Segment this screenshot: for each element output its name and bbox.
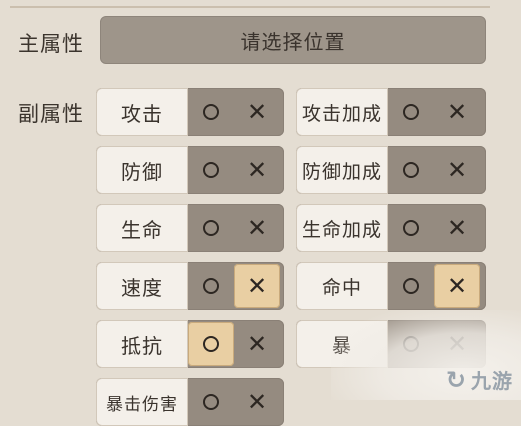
sub-attr-label: 副属性 — [18, 102, 84, 126]
watermark-text: 九游 — [471, 369, 513, 393]
stat-name: 生命加成 — [296, 204, 388, 252]
include-circle-button[interactable] — [388, 204, 434, 252]
exclude-cross-button[interactable]: ✕ — [234, 378, 280, 426]
exclude-cross-button[interactable]: ✕ — [234, 264, 280, 308]
swirl-logo-icon: ↻ — [445, 366, 467, 394]
cross-icon: ✕ — [246, 156, 268, 184]
circle-icon — [403, 220, 419, 236]
include-circle-button[interactable] — [188, 204, 234, 252]
stat-row-hp-bonus: 生命加成 ✕ — [296, 204, 486, 252]
stat-name: 攻击 — [96, 88, 188, 136]
stat-row-attack: 攻击 ✕ — [96, 88, 284, 136]
exclude-cross-button[interactable]: ✕ — [234, 146, 280, 194]
include-circle-button[interactable] — [388, 88, 434, 136]
cross-icon: ✕ — [246, 214, 268, 242]
exclude-cross-button[interactable]: ✕ — [434, 264, 480, 308]
stat-name: 抵抗 — [96, 320, 188, 368]
cross-icon: ✕ — [446, 156, 468, 184]
include-circle-button[interactable] — [188, 378, 234, 426]
circle-icon — [203, 162, 219, 178]
cross-icon: ✕ — [446, 214, 468, 242]
stat-name: 命中 — [296, 262, 388, 310]
stat-name: 速度 — [96, 262, 188, 310]
include-circle-button[interactable] — [188, 322, 234, 366]
circle-icon — [403, 104, 419, 120]
exclude-cross-button[interactable]: ✕ — [434, 204, 480, 252]
stat-row-hp: 生命 ✕ — [96, 204, 284, 252]
circle-icon — [403, 278, 419, 294]
exclude-cross-button[interactable]: ✕ — [234, 320, 280, 368]
top-divider — [10, 6, 490, 8]
main-attr-label: 主属性 — [18, 32, 84, 56]
watermark-logo: ↻ 九游 — [446, 365, 513, 394]
position-select-button[interactable]: 请选择位置 — [100, 16, 486, 64]
include-circle-button[interactable] — [188, 262, 234, 310]
include-circle-button[interactable] — [188, 88, 234, 136]
cross-icon: ✕ — [246, 272, 268, 300]
include-circle-button[interactable] — [188, 146, 234, 194]
include-circle-button[interactable] — [388, 262, 434, 310]
stat-row-defense: 防御 ✕ — [96, 146, 284, 194]
cross-icon: ✕ — [246, 98, 268, 126]
exclude-cross-button[interactable]: ✕ — [234, 88, 280, 136]
stat-row-speed: 速度 ✕ — [96, 262, 284, 310]
exclude-cross-button[interactable]: ✕ — [434, 88, 480, 136]
cross-icon: ✕ — [446, 272, 468, 300]
circle-icon — [203, 336, 219, 352]
circle-icon — [203, 394, 219, 410]
stat-name: 生命 — [96, 204, 188, 252]
circle-icon — [203, 220, 219, 236]
stat-name: 暴击伤害 — [96, 378, 188, 426]
cross-icon: ✕ — [446, 98, 468, 126]
stat-name: 防御 — [96, 146, 188, 194]
exclude-cross-button[interactable]: ✕ — [434, 146, 480, 194]
circle-icon — [203, 104, 219, 120]
stat-row-attack-bonus: 攻击加成 ✕ — [296, 88, 486, 136]
cross-icon: ✕ — [246, 330, 268, 358]
include-circle-button[interactable] — [388, 146, 434, 194]
stat-name: 防御加成 — [296, 146, 388, 194]
exclude-cross-button[interactable]: ✕ — [234, 204, 280, 252]
stat-row-crit-damage: 暴击伤害 ✕ — [96, 378, 284, 426]
stat-name: 攻击加成 — [296, 88, 388, 136]
stat-row-resist: 抵抗 ✕ — [96, 320, 284, 368]
stat-row-defense-bonus: 防御加成 ✕ — [296, 146, 486, 194]
cross-icon: ✕ — [246, 388, 268, 416]
circle-icon — [203, 278, 219, 294]
stat-row-accuracy: 命中 ✕ — [296, 262, 486, 310]
circle-icon — [403, 162, 419, 178]
